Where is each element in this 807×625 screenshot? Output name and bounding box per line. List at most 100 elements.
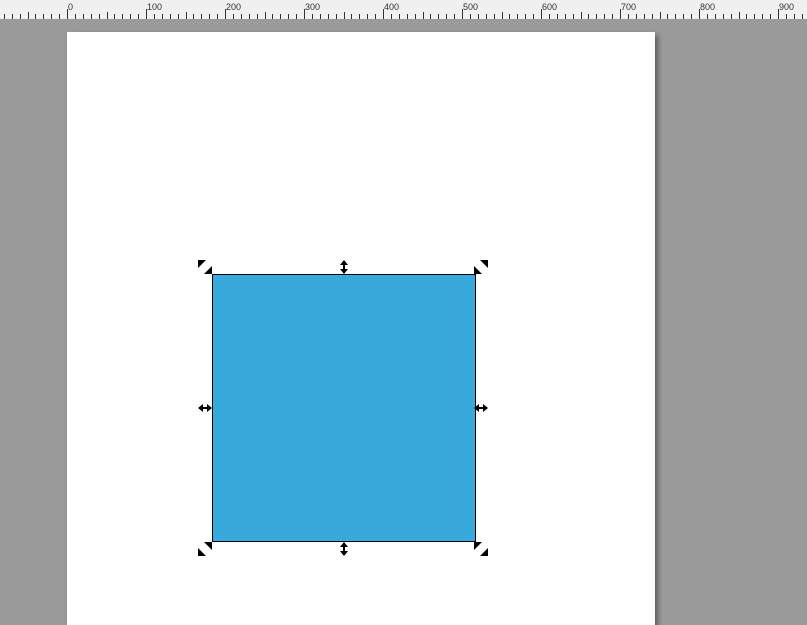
ruler-tick-minor — [4, 14, 5, 19]
ruler-tick-minor — [138, 14, 139, 19]
ruler-tick-minor — [423, 12, 424, 19]
ruler-tick-minor — [265, 12, 266, 19]
ruler-tick-minor — [328, 14, 329, 19]
resize-handle-sw[interactable] — [198, 542, 212, 556]
ruler-tick-minor — [391, 14, 392, 19]
ruler-tick-minor — [272, 14, 273, 19]
ruler-tick-minor — [588, 14, 589, 19]
ruler-tick-minor — [201, 14, 202, 19]
resize-handle-w[interactable] — [198, 401, 212, 415]
ruler-tick-minor — [794, 14, 795, 19]
ruler-tick-minor — [407, 14, 408, 19]
ruler-tick-minor — [660, 12, 661, 19]
ruler-tick-minor — [130, 14, 131, 19]
ruler-tick-minor — [715, 14, 716, 19]
ruler-tick-major — [304, 9, 305, 19]
ruler-tick-minor — [612, 14, 613, 19]
ruler-tick-minor — [154, 14, 155, 19]
ruler-tick-minor — [193, 14, 194, 19]
ruler-tick-minor — [233, 14, 234, 19]
ruler-label: 200 — [226, 2, 241, 12]
resize-handle-ne[interactable] — [474, 260, 488, 274]
ruler-tick-minor — [351, 14, 352, 19]
ruler-label: 900 — [779, 2, 794, 12]
ruler-tick-minor — [107, 12, 108, 19]
ruler-tick-minor — [454, 14, 455, 19]
ruler-horizontal[interactable]: 000100200300400500600700800900 — [0, 0, 807, 20]
ruler-tick-minor — [754, 14, 755, 19]
ruler-tick-major — [541, 9, 542, 19]
ruler-tick-minor — [731, 14, 732, 19]
ruler-tick-minor — [723, 14, 724, 19]
ruler-label: 0 — [68, 2, 73, 12]
ruler-tick-minor — [249, 14, 250, 19]
ruler-tick-minor — [59, 14, 60, 19]
ruler-tick-minor — [770, 14, 771, 19]
ruler-tick-minor — [549, 14, 550, 19]
ruler-tick-minor — [802, 14, 803, 19]
ruler-tick-minor — [75, 14, 76, 19]
ruler-tick-minor — [596, 14, 597, 19]
ruler-tick-minor — [509, 14, 510, 19]
ruler-label: 400 — [384, 2, 399, 12]
ruler-tick-minor — [691, 14, 692, 19]
ruler-tick-minor — [99, 14, 100, 19]
ruler-label: 800 — [700, 2, 715, 12]
ruler-tick-minor — [430, 14, 431, 19]
ruler-tick-minor — [114, 14, 115, 19]
ruler-tick-minor — [739, 12, 740, 19]
ruler-tick-major — [620, 9, 621, 19]
ruler-tick-minor — [178, 14, 179, 19]
ruler-tick-minor — [399, 14, 400, 19]
ruler-tick-minor — [628, 14, 629, 19]
ruler-tick-major — [383, 9, 384, 19]
ruler-tick-minor — [675, 14, 676, 19]
ruler-tick-major — [225, 9, 226, 19]
ruler-tick-minor — [312, 14, 313, 19]
ruler-tick-minor — [557, 14, 558, 19]
ruler-tick-minor — [636, 14, 637, 19]
ruler-tick-minor — [91, 14, 92, 19]
ruler-tick-minor — [375, 14, 376, 19]
resize-handle-n[interactable] — [337, 260, 351, 274]
ruler-tick-minor — [336, 14, 337, 19]
ruler-tick-minor — [209, 14, 210, 19]
ruler-tick-minor — [186, 12, 187, 19]
ruler-tick-minor — [707, 14, 708, 19]
ruler-tick-minor — [644, 14, 645, 19]
ruler-tick-minor — [652, 14, 653, 19]
resize-handle-s[interactable] — [337, 542, 351, 556]
ruler-tick-minor — [604, 14, 605, 19]
ruler-label: 100 — [147, 2, 162, 12]
ruler-tick-minor — [344, 12, 345, 19]
ruler-tick-minor — [581, 12, 582, 19]
ruler-tick-minor — [573, 14, 574, 19]
ruler-tick-minor — [35, 14, 36, 19]
ruler-tick-minor — [162, 14, 163, 19]
ruler-tick-minor — [565, 14, 566, 19]
ruler-tick-minor — [257, 14, 258, 19]
ruler-tick-major — [146, 9, 147, 19]
ruler-tick-minor — [217, 14, 218, 19]
ruler-label: 600 — [542, 2, 557, 12]
ruler-tick-minor — [438, 14, 439, 19]
resize-handle-e[interactable] — [474, 401, 488, 415]
ruler-label: 700 — [621, 2, 636, 12]
ruler-tick-major — [699, 9, 700, 19]
workspace[interactable] — [0, 20, 807, 625]
ruler-tick-minor — [486, 14, 487, 19]
selected-rectangle[interactable] — [212, 274, 476, 542]
ruler-tick-minor — [241, 14, 242, 19]
ruler-tick-minor — [683, 14, 684, 19]
resize-handle-nw[interactable] — [198, 260, 212, 274]
ruler-tick-major — [778, 9, 779, 19]
ruler-tick-minor — [51, 14, 52, 19]
resize-handle-se[interactable] — [474, 542, 488, 556]
ruler-tick-minor — [525, 14, 526, 19]
ruler-tick-minor — [502, 12, 503, 19]
ruler-tick-minor — [517, 14, 518, 19]
ruler-tick-minor — [533, 14, 534, 19]
ruler-tick-minor — [478, 14, 479, 19]
ruler-tick-minor — [83, 14, 84, 19]
ruler-tick-minor — [43, 14, 44, 19]
